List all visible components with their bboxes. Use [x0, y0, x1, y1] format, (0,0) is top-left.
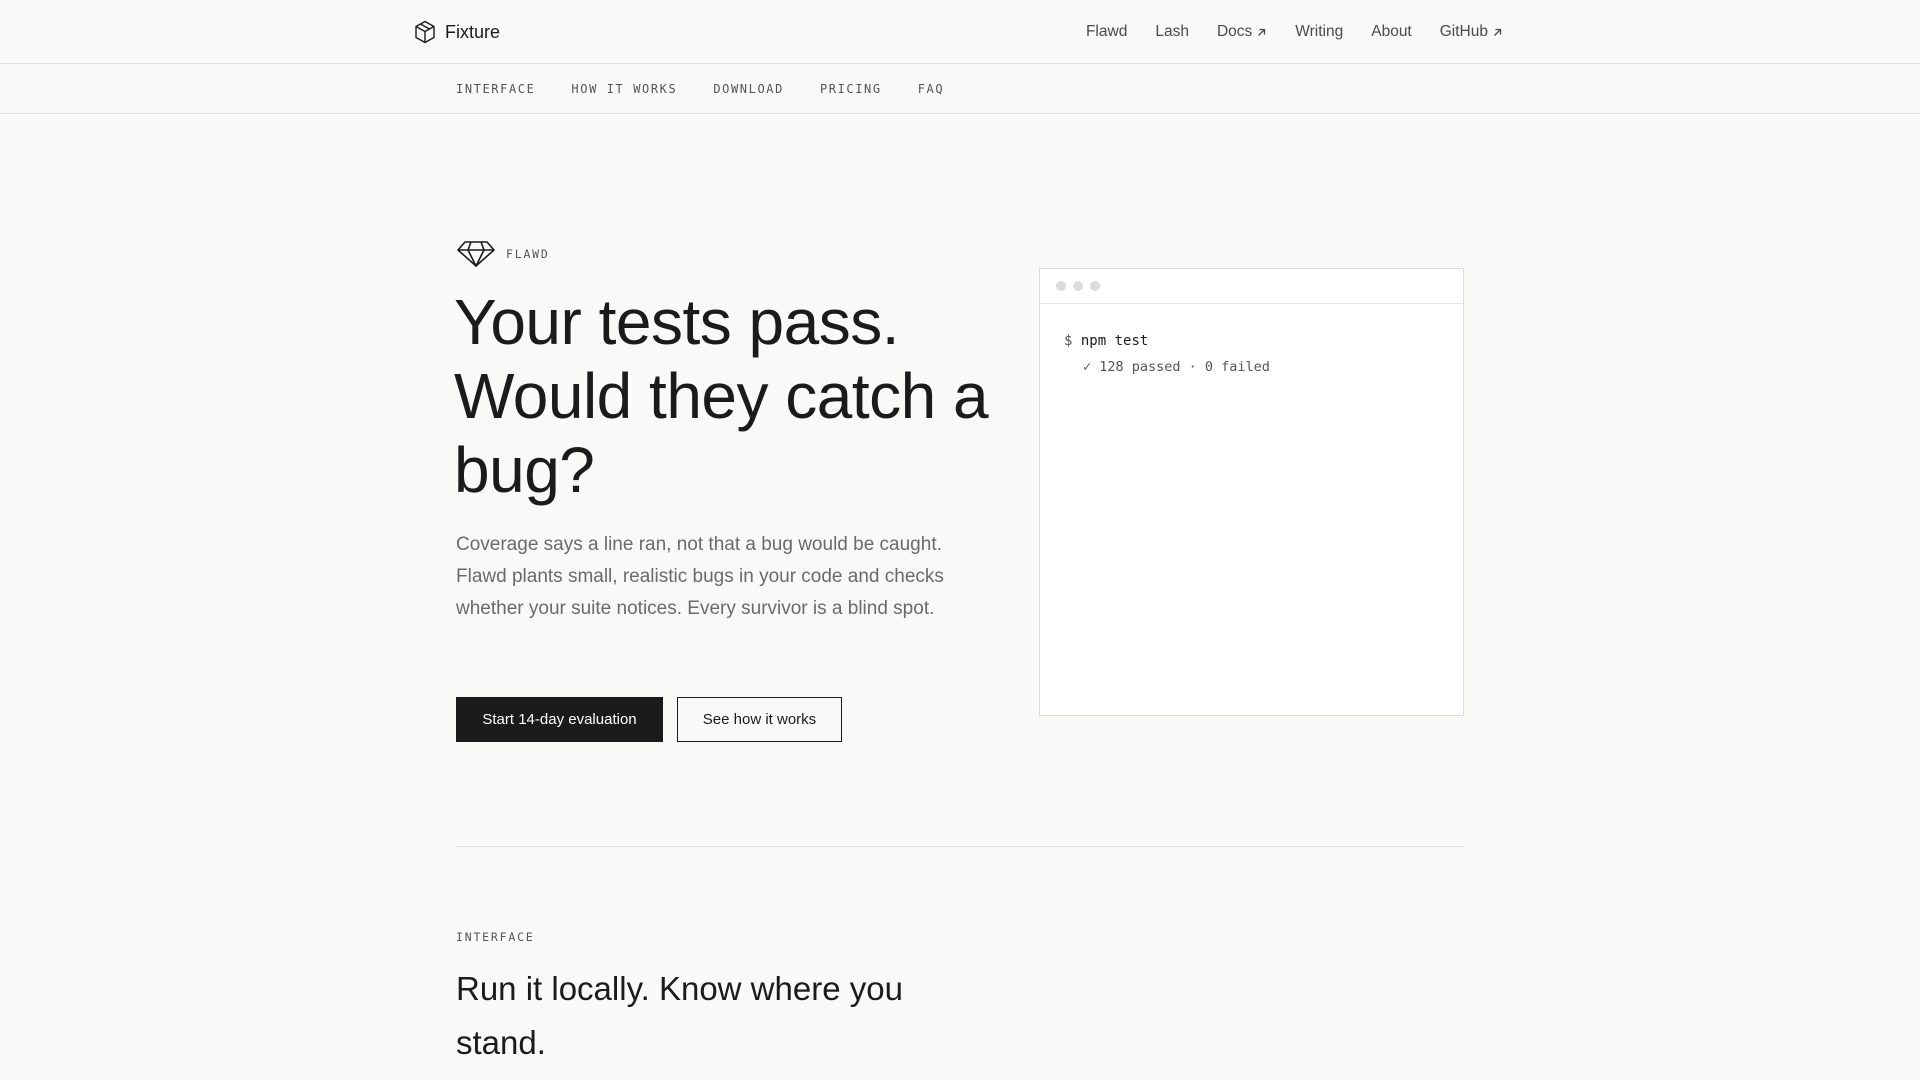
hero-cta-group: Start 14-day evaluation See how it works [456, 697, 842, 742]
terminal-result: ✓ 128 passed · 0 failed [1083, 359, 1270, 375]
subnav-link-download[interactable]: DOWNLOAD [713, 82, 784, 96]
nav-link-flawd[interactable]: Flawd [1086, 23, 1127, 41]
primary-nav: Flawd Lash Docs Writing About GitHub [1086, 19, 1503, 45]
hero-eyebrow-label: FLAWD [506, 247, 550, 261]
top-navbar: Fixture Flawd Lash Docs Writing About Gi… [0, 0, 1920, 64]
hero-title: Your tests pass. Would they catch a bug? [454, 286, 989, 506]
nav-link-writing[interactable]: Writing [1295, 23, 1343, 41]
window-dot [1056, 281, 1066, 291]
terminal-titlebar [1040, 269, 1463, 304]
external-arrow-icon [1494, 28, 1502, 36]
terminal-output: $ npm test ✓ 128 passed · 0 failed [1040, 304, 1463, 380]
cube-logo-icon [415, 20, 435, 44]
subnav-link-pricing[interactable]: PRICING [820, 82, 882, 96]
terminal-command-line: $ npm test [1064, 328, 1463, 354]
external-arrow-icon [1258, 28, 1266, 36]
nav-link-docs-label: Docs [1216, 23, 1253, 40]
section-divider [456, 846, 1464, 847]
terminal-prompt: $ [1064, 333, 1073, 349]
nav-link-github[interactable]: GitHub [1440, 23, 1503, 41]
nav-link-github-label: GitHub [1439, 23, 1488, 40]
terminal-command: npm test [1080, 333, 1149, 349]
brand-name: Fixture [445, 21, 501, 42]
terminal-window: $ npm test ✓ 128 passed · 0 failed [1039, 268, 1464, 716]
brand-link[interactable]: Fixture [414, 19, 500, 45]
section-nav: INTERFACE HOW IT WORKS DOWNLOAD PRICING … [456, 64, 944, 114]
window-dot [1090, 281, 1100, 291]
start-evaluation-button[interactable]: Start 14-day evaluation [456, 697, 663, 742]
nav-link-docs[interactable]: Docs [1217, 23, 1267, 41]
window-dot [1073, 281, 1083, 291]
nav-link-about[interactable]: About [1371, 23, 1412, 41]
section-navbar: INTERFACE HOW IT WORKS DOWNLOAD PRICING … [0, 64, 1920, 114]
hero-subtitle: Coverage says a line ran, not that a bug… [456, 534, 944, 619]
diamond-icon [457, 241, 495, 267]
subnav-link-interface[interactable]: INTERFACE [456, 82, 535, 96]
hero-eyebrow: FLAWD [456, 240, 550, 268]
subnav-link-how-it-works[interactable]: HOW IT WORKS [571, 82, 677, 96]
subnav-link-faq[interactable]: FAQ [918, 82, 944, 96]
interface-section-title: Run it locally. Know where you stand. [456, 970, 903, 1061]
nav-link-lash[interactable]: Lash [1155, 23, 1189, 41]
interface-section-eyebrow: INTERFACE [456, 930, 535, 944]
see-how-it-works-button[interactable]: See how it works [677, 697, 842, 742]
